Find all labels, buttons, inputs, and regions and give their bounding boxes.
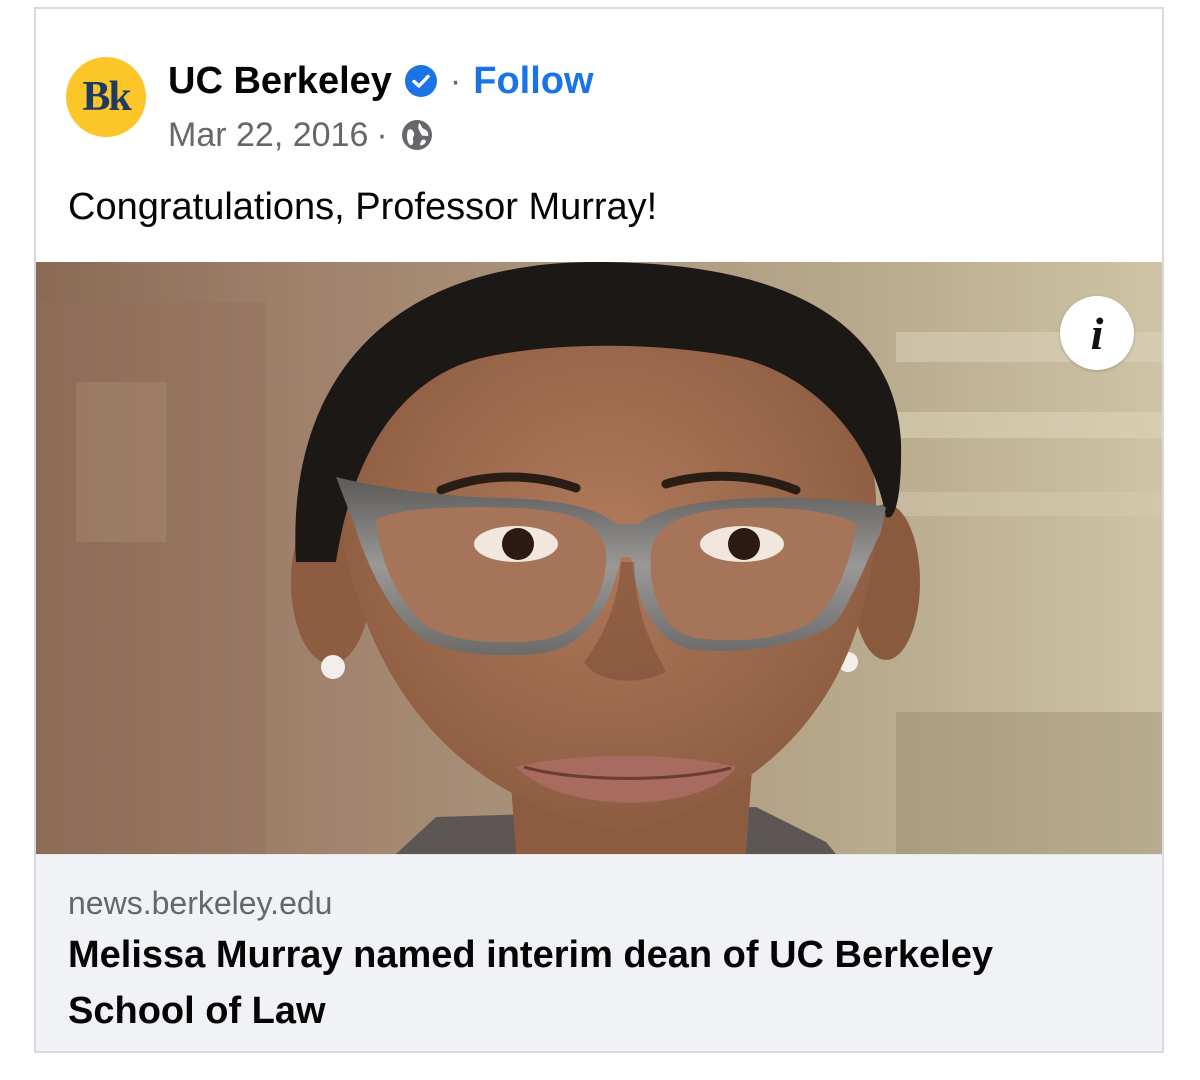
portrait-image — [36, 262, 1162, 854]
author-row: UC Berkeley · Follow — [168, 59, 594, 103]
separator: · — [449, 61, 462, 100]
globe-icon — [400, 118, 434, 152]
link-headline[interactable]: Melissa Murray named interim dean of UC … — [68, 927, 1128, 1039]
verified-badge-icon — [404, 64, 438, 98]
post-card: Bk UC Berkeley · Follow Mar 22, 2016 · C… — [34, 7, 1164, 1053]
separator: · — [376, 115, 388, 154]
avatar[interactable]: Bk — [66, 57, 146, 137]
post-header: Bk UC Berkeley · Follow Mar 22, 2016 · — [66, 57, 1126, 154]
post-meta: Mar 22, 2016 · — [168, 115, 434, 155]
post-text: Congratulations, Professor Murray! — [68, 186, 658, 228]
post-date[interactable]: Mar 22, 2016 — [168, 116, 368, 155]
page-name-link[interactable]: UC Berkeley — [168, 60, 392, 103]
follow-button[interactable]: Follow — [473, 60, 593, 103]
info-icon[interactable]: i — [1060, 296, 1134, 370]
post-photo[interactable]: i — [36, 262, 1162, 854]
link-preview[interactable]: news.berkeley.edu Melissa Murray named i… — [36, 854, 1162, 1051]
link-domain: news.berkeley.edu — [68, 885, 333, 921]
